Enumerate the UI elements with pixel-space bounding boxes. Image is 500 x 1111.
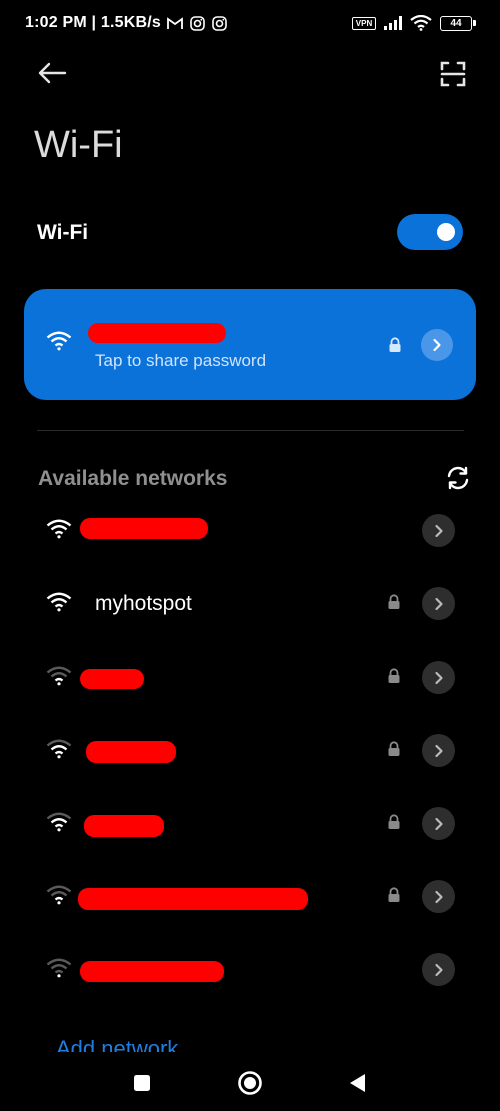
wifi-toggle-label: Wi-Fi — [37, 221, 89, 244]
wifi-signal-icon — [46, 739, 72, 759]
wifi-signal-icon — [46, 812, 72, 832]
wifi-toggle-row[interactable]: Wi-Fi — [0, 205, 500, 261]
lock-icon — [388, 814, 400, 829]
network-details-button[interactable] — [422, 880, 455, 913]
network-item[interactable]: myhotspot — [0, 571, 500, 635]
network-details-button[interactable] — [422, 953, 455, 986]
chevron-right-icon — [434, 597, 443, 610]
scan-qr-button[interactable] — [436, 57, 470, 91]
network-details-button[interactable] — [421, 329, 453, 361]
triangle-back-icon — [350, 1074, 365, 1092]
redaction-mark — [86, 741, 176, 763]
status-bar: 1:02 PM | 1.5KB/s VPN 44 — [0, 0, 500, 46]
network-item[interactable] — [0, 864, 500, 928]
back-nav-button[interactable] — [342, 1068, 372, 1098]
lock-icon — [389, 337, 401, 352]
cell-signal-icon — [382, 14, 404, 32]
chevron-right-icon — [434, 963, 443, 976]
network-details-button[interactable] — [422, 661, 455, 694]
network-item[interactable] — [0, 498, 500, 562]
wifi-signal-icon — [46, 331, 72, 351]
back-button[interactable] — [34, 58, 70, 88]
divider — [37, 430, 464, 431]
network-item[interactable] — [0, 718, 500, 782]
chevron-right-icon — [434, 817, 443, 830]
redaction-mark — [78, 888, 308, 910]
connected-network-card[interactable]: Tap to share password — [24, 289, 476, 400]
instagram-icon — [188, 14, 206, 32]
network-details-button[interactable] — [422, 587, 455, 620]
status-time: 1:02 PM | 1.5KB/s — [25, 14, 161, 31]
chevron-right-icon — [434, 671, 443, 684]
chevron-right-icon — [434, 524, 443, 537]
chevron-right-icon — [434, 744, 443, 757]
recents-button[interactable] — [127, 1068, 157, 1098]
refresh-icon — [447, 466, 469, 490]
chevron-right-icon — [433, 338, 441, 352]
vpn-badge: VPN — [352, 17, 376, 30]
wifi-toggle-switch[interactable] — [397, 214, 463, 250]
lock-icon — [388, 668, 400, 683]
home-button[interactable] — [235, 1068, 265, 1098]
wifi-signal-icon — [46, 666, 72, 686]
available-networks-heading: Available networks — [38, 467, 228, 490]
wifi-signal-icon — [46, 885, 72, 905]
lock-icon — [388, 594, 400, 609]
refresh-button[interactable] — [444, 464, 472, 492]
wifi-signal-icon — [46, 592, 72, 612]
network-item[interactable] — [0, 937, 500, 1001]
redaction-mark — [84, 815, 164, 837]
redaction-mark — [80, 518, 208, 539]
redaction-mark — [80, 961, 224, 982]
redaction-mark — [88, 323, 226, 343]
page-title: Wi-Fi — [34, 124, 123, 166]
network-item[interactable] — [0, 645, 500, 709]
network-details-button[interactable] — [422, 514, 455, 547]
wifi-signal-icon — [46, 958, 72, 978]
instagram-icon — [210, 14, 228, 32]
toggle-knob — [437, 223, 455, 241]
lock-icon — [388, 741, 400, 756]
chevron-right-icon — [434, 890, 443, 903]
network-details-button[interactable] — [422, 807, 455, 840]
square-icon — [134, 1075, 150, 1091]
arrow-left-icon — [38, 62, 67, 84]
gmail-icon — [166, 14, 184, 32]
redaction-mark — [80, 669, 144, 689]
qr-scan-icon — [440, 61, 466, 87]
network-name: myhotspot — [95, 592, 192, 615]
network-item[interactable] — [0, 791, 500, 855]
connected-network-status: Tap to share password — [95, 351, 267, 370]
battery-icon: 44 — [440, 16, 476, 31]
network-details-button[interactable] — [422, 734, 455, 767]
circle-icon — [238, 1071, 262, 1095]
wifi-status-icon — [409, 14, 433, 32]
lock-icon — [388, 887, 400, 902]
navigation-bar — [0, 1052, 500, 1111]
wifi-signal-icon — [46, 519, 72, 539]
